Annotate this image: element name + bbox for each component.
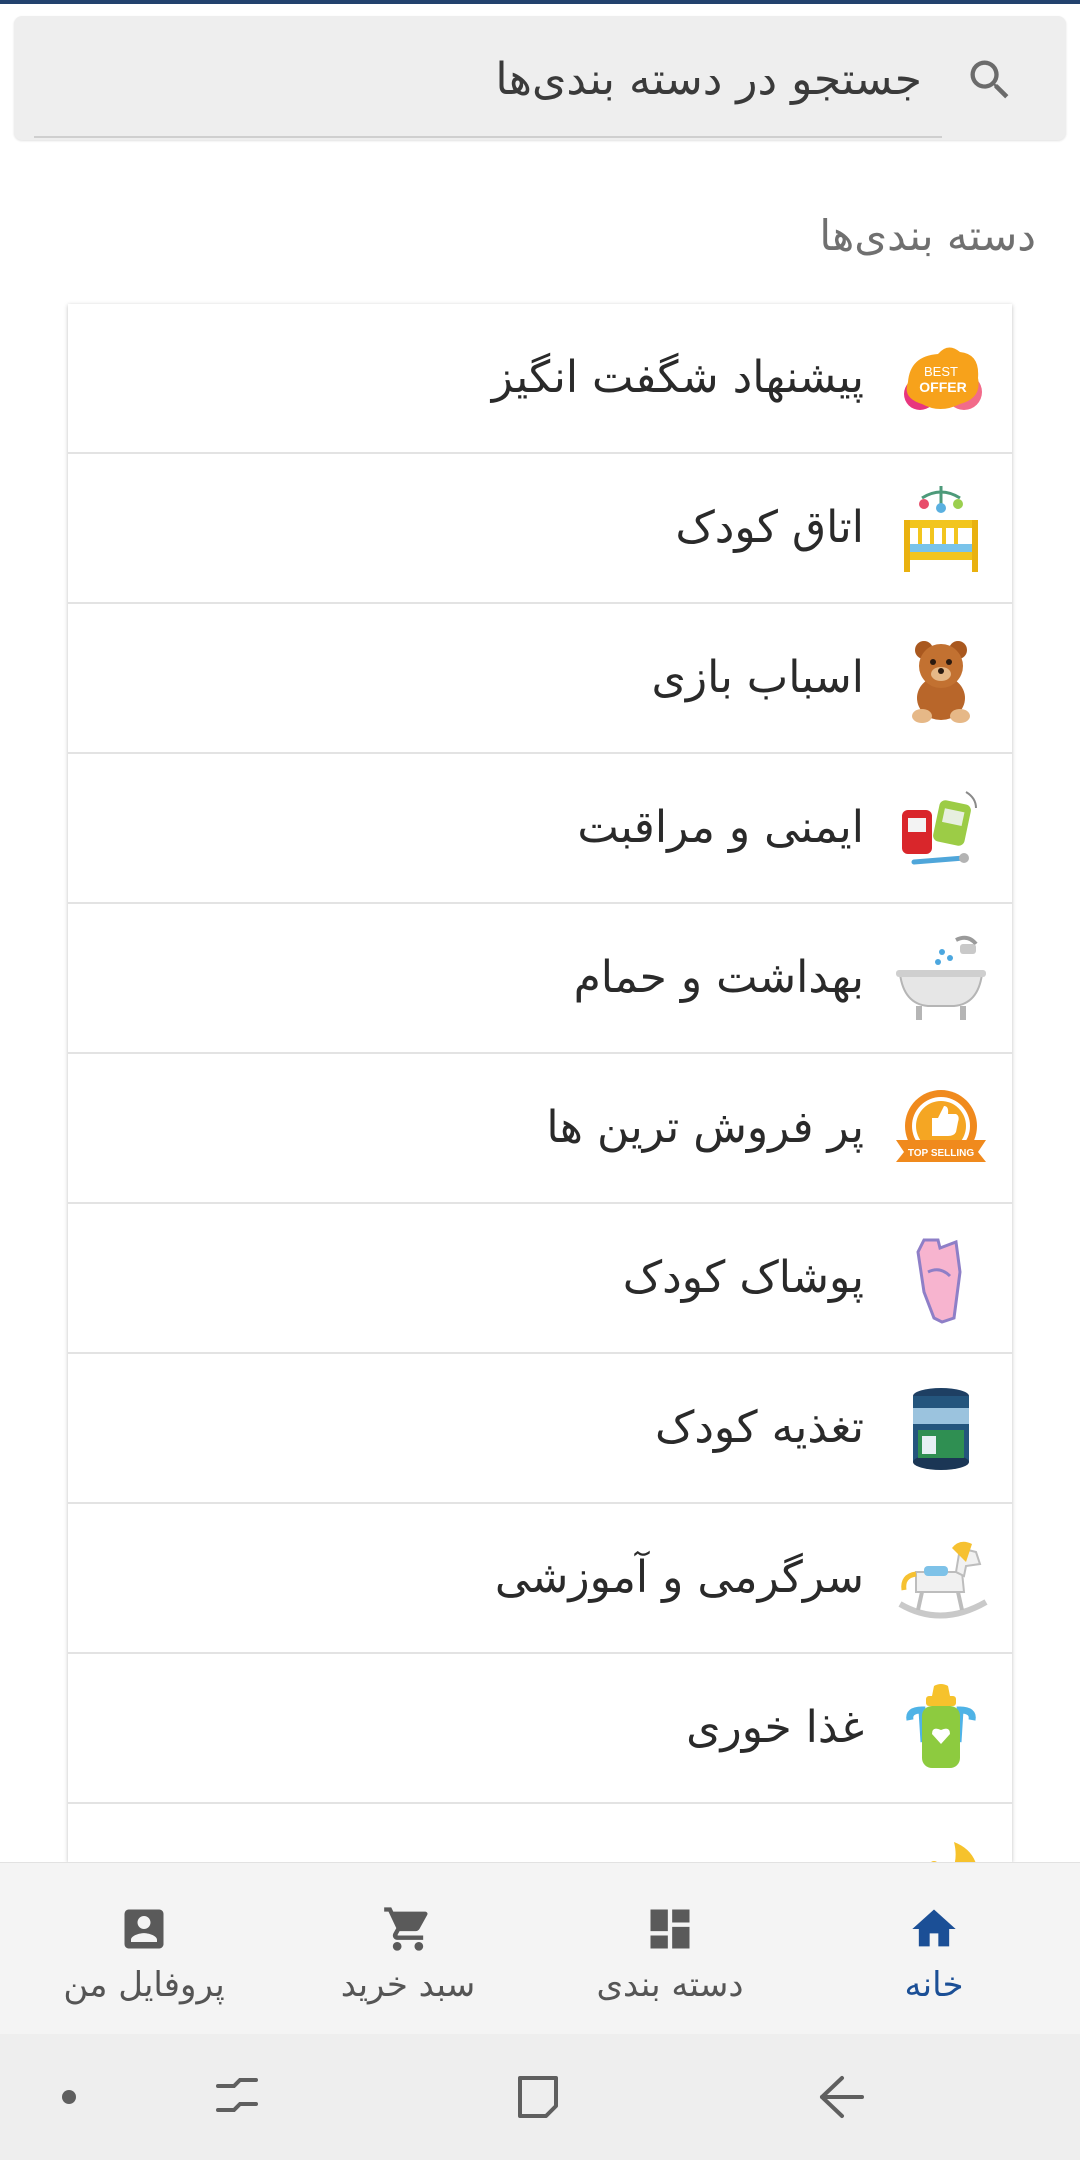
category-label: اتاق کودک [675, 502, 864, 553]
category-label: ایمنی و مراقبت [577, 802, 864, 853]
top-selling-icon: TOP SELLING [896, 1090, 986, 1162]
moon-icon [931, 1842, 976, 1862]
home-square-icon[interactable] [506, 2064, 572, 2130]
svg-text:TOP SELLING: TOP SELLING [908, 1148, 975, 1159]
category-item-feeding[interactable]: غذا خوری [68, 1654, 1012, 1804]
category-label: پوشاک کودک [622, 1252, 864, 1303]
category-label: اسباب بازی [651, 652, 864, 703]
profile-icon [124, 1909, 164, 1949]
nav-cart-label: سبد خرید [340, 1965, 476, 2005]
baby-bottle-icon [906, 1684, 976, 1768]
category-item-entertainment-education[interactable]: سرگرمی و آموزشی [68, 1504, 1012, 1654]
best-offer-icon: BEST OFFER [904, 347, 982, 410]
category-item-baby-clothes[interactable]: پوشاک کودک [68, 1204, 1012, 1354]
baby-bodysuit-icon [916, 1238, 962, 1324]
bathtub-icon [896, 935, 986, 1020]
search-input[interactable]: جستجو در دسته بندی‌ها [495, 52, 922, 108]
nav-home-label: خانه [904, 1965, 964, 2005]
teddy-bear-icon [912, 641, 970, 723]
dashboard-icon [650, 1909, 690, 1949]
category-item-hygiene-bath[interactable]: بهداشت و حمام [68, 904, 1012, 1054]
svg-text:OFFER: OFFER [919, 379, 966, 395]
category-label: پیشنهاد شگفت انگیز [491, 352, 864, 403]
bottom-navigation: خانه دسته بندی سبد خرید پروفایل من [0, 1862, 1080, 2035]
category-item-baby-room[interactable]: اتاق کودک [68, 454, 1012, 604]
nav-profile-label: پروفایل من [63, 1965, 225, 2005]
cart-icon [384, 1907, 428, 1951]
nav-categories[interactable]: دسته بندی [550, 1863, 790, 2035]
recent-apps-icon[interactable] [204, 2064, 270, 2130]
rocking-horse-icon [898, 1541, 988, 1619]
category-item-partial[interactable] [68, 1804, 1012, 1862]
status-accent-line [0, 0, 1080, 4]
category-list[interactable]: BEST OFFER پیشنهاد شگفت انگیز اتاق کودک [68, 304, 1012, 1862]
back-icon[interactable] [808, 2064, 874, 2130]
search-icon[interactable] [964, 54, 1016, 106]
category-item-best-sellers[interactable]: TOP SELLING پر فروش ترین ها [68, 1054, 1012, 1204]
svg-text:BEST: BEST [924, 364, 958, 379]
crib-icon [904, 486, 978, 572]
nav-cart[interactable]: سبد خرید [288, 1863, 528, 2035]
category-label: غذا خوری [686, 1702, 864, 1753]
system-navigation-bar [0, 2034, 1080, 2160]
home-icon [912, 1909, 956, 1947]
category-label: تغذیه کودک [654, 1402, 864, 1453]
nav-profile[interactable]: پروفایل من [24, 1863, 264, 2035]
category-item-safety-care[interactable]: ایمنی و مراقبت [68, 754, 1012, 904]
category-label: بهداشت و حمام [573, 952, 864, 1003]
category-item-baby-nutrition[interactable]: تغذیه کودک [68, 1354, 1012, 1504]
category-item-best-offer[interactable]: BEST OFFER پیشنهاد شگفت انگیز [68, 304, 1012, 454]
category-item-toys[interactable]: اسباب بازی [68, 604, 1012, 754]
section-title: دسته بندی‌ها [819, 211, 1036, 260]
search-bar[interactable]: جستجو در دسته بندی‌ها [14, 16, 1066, 140]
formula-can-icon [913, 1388, 969, 1470]
dot-icon[interactable] [36, 2064, 102, 2130]
baby-monitor-icon [902, 791, 977, 865]
nav-categories-label: دسته بندی [596, 1965, 744, 2005]
category-label: پر فروش ترین ها [546, 1102, 864, 1153]
category-label: سرگرمی و آموزشی [494, 1552, 864, 1603]
search-underline [34, 136, 942, 138]
nav-home[interactable]: خانه [814, 1863, 1054, 2035]
